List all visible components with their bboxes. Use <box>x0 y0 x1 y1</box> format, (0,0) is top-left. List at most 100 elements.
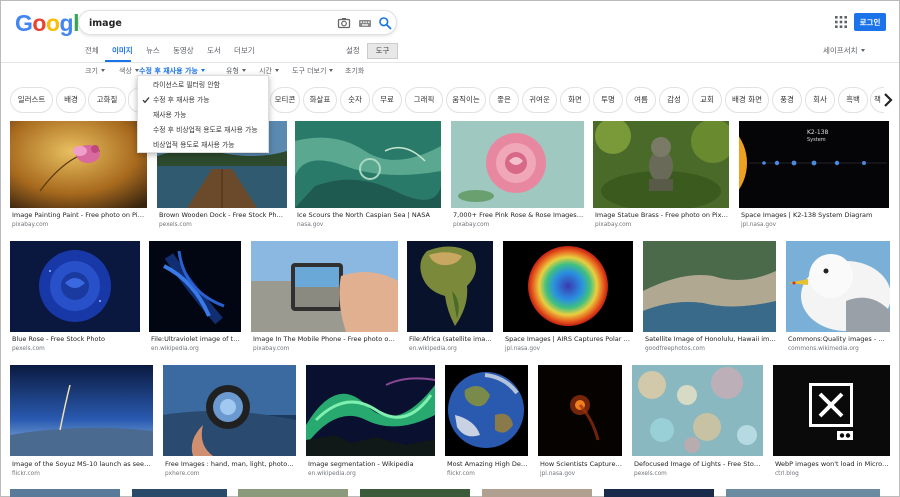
image-result[interactable]: File:Africa (satellite image).j... en.wi… <box>407 241 493 354</box>
image-thumbnail[interactable] <box>643 241 776 332</box>
image-source[interactable]: pexels.com <box>159 221 192 229</box>
image-result[interactable]: How Scientists Captured the ... jpl.nasa… <box>538 365 622 479</box>
image-result[interactable]: Blue Rose - Free Stock Photo pexels.com <box>10 241 140 354</box>
chevron-right-icon[interactable] <box>879 90 897 110</box>
image-source[interactable]: en.wikipedia.org <box>308 470 356 478</box>
image-caption[interactable]: Image of the Soyuz MS-10 launch as seen … <box>12 460 153 469</box>
image-result[interactable]: 7,000+ Free Pink Rose & Rose Images - Pi… <box>451 121 584 231</box>
image-thumbnail[interactable] <box>407 241 493 332</box>
image-result[interactable]: File:Ultraviolet image of the Cy... en.w… <box>149 241 241 354</box>
image-source[interactable]: ctrl.blog <box>775 470 799 478</box>
tab-all[interactable]: 전체 <box>85 45 99 57</box>
chip[interactable]: 무료 <box>372 87 402 113</box>
image-thumbnail[interactable] <box>149 241 241 332</box>
image-caption[interactable]: Space Images | AIRS Captures Polar Vorte… <box>505 335 633 344</box>
image-caption[interactable]: Blue Rose - Free Stock Photo <box>12 335 140 344</box>
chip[interactable]: 배경 화면 <box>725 87 769 113</box>
tab-books[interactable]: 도서 <box>207 45 221 57</box>
image-result[interactable]: Satellite Image of Honolulu, Hawaii ima g… <box>643 241 776 354</box>
search-input[interactable] <box>89 14 319 32</box>
apps-grid-icon[interactable] <box>835 16 847 28</box>
tools-button[interactable]: 도구 <box>367 43 398 59</box>
image-thumbnail[interactable] <box>132 489 227 497</box>
image-caption[interactable]: WebP images won't load in Microsoft Ed..… <box>775 460 890 469</box>
menu-item-reuse-modify[interactable]: 수정 후 재사용 가능 <box>138 93 268 107</box>
image-caption[interactable]: Commons:Quality images - Wikimed... <box>788 335 890 344</box>
image-thumbnail[interactable] <box>360 489 470 497</box>
image-source[interactable]: pxhere.com <box>165 470 199 478</box>
chip[interactable]: 교회 <box>692 87 722 113</box>
chip[interactable]: 숫자 <box>340 87 370 113</box>
search-box[interactable] <box>78 10 397 35</box>
image-result[interactable]: Image segmentation - Wikipedia en.wikipe… <box>306 365 435 479</box>
image-thumbnail[interactable] <box>10 365 153 456</box>
menu-item-noncommercial[interactable]: 비상업적 용도로 재사용 가능 <box>138 138 268 152</box>
image-thumbnail[interactable] <box>306 365 435 456</box>
chip[interactable]: 그래픽 <box>405 87 443 113</box>
image-caption[interactable]: Defocused Image of Lights - Free Stock P… <box>634 460 763 469</box>
image-source[interactable]: en.wikipedia.org <box>151 345 199 353</box>
image-result[interactable]: Image of the Soyuz MS-10 launch as seen … <box>10 365 153 479</box>
image-thumbnail[interactable] <box>451 121 584 208</box>
tab-videos[interactable]: 동영상 <box>173 45 194 57</box>
image-result[interactable]: Ice Scours the North Caspian Sea | NASA … <box>295 121 441 231</box>
chip[interactable]: 회사 <box>805 87 835 113</box>
image-source[interactable]: goodfreephotos.com <box>645 345 705 353</box>
image-thumbnail[interactable] <box>10 121 147 208</box>
image-caption[interactable]: Image segmentation - Wikipedia <box>308 460 435 469</box>
image-result[interactable]: Free Images : hand, man, light, photogra… <box>163 365 296 479</box>
image-source[interactable]: jpl.nasa.gov <box>540 470 575 478</box>
image-source[interactable]: en.wikipedia.org <box>409 345 457 353</box>
image-result[interactable]: Commons:Quality images - Wikimed... comm… <box>786 241 890 354</box>
safesearch-toggle[interactable]: 세이프서치 <box>823 45 865 57</box>
tab-images[interactable]: 이미지 <box>112 45 133 57</box>
image-result[interactable]: Defocused Image of Lights - Free Stock P… <box>632 365 763 479</box>
menu-item-noncommercial-modify[interactable]: 수정 후 비상업적 용도로 재사용 가능 <box>138 123 268 137</box>
image-thumbnail[interactable] <box>593 121 729 208</box>
chip[interactable]: 움직이는 <box>446 87 486 113</box>
image-thumbnail[interactable] <box>10 489 120 497</box>
chip[interactable]: 여름 <box>626 87 656 113</box>
image-source[interactable]: pexels.com <box>634 470 667 478</box>
image-source[interactable]: pexels.com <box>12 345 45 353</box>
image-thumbnail[interactable] <box>238 489 348 497</box>
image-result[interactable]: Most Amazing High Definiti... flickr.com <box>445 365 528 479</box>
image-caption[interactable]: How Scientists Captured the ... <box>540 460 622 469</box>
image-caption[interactable]: Most Amazing High Definiti... <box>447 460 528 469</box>
search-icon[interactable] <box>378 16 392 30</box>
chip[interactable]: 배경 <box>56 87 86 113</box>
image-caption[interactable]: Ice Scours the North Caspian Sea | NASA <box>297 211 441 220</box>
image-thumbnail[interactable] <box>445 365 528 456</box>
image-caption[interactable]: Satellite Image of Honolulu, Hawaii imag… <box>645 335 776 344</box>
image-caption[interactable]: Image Statue Brass - Free photo on Pixab… <box>595 211 729 220</box>
image-source[interactable]: jpl.nasa.gov <box>741 221 776 229</box>
chip[interactable]: 감성 <box>659 87 689 113</box>
image-caption[interactable]: Image In The Mobile Phone - Free photo o… <box>253 335 398 344</box>
chip[interactable]: 모티콘 <box>270 87 300 113</box>
image-caption[interactable]: File:Africa (satellite image).j... <box>409 335 493 344</box>
image-caption[interactable]: Free Images : hand, man, light, photogra… <box>165 460 296 469</box>
image-source[interactable]: pixabay.com <box>595 221 631 229</box>
image-thumbnail[interactable] <box>503 241 633 332</box>
camera-icon[interactable] <box>337 16 351 30</box>
image-thumbnail[interactable]: K2-138 System <box>739 121 889 208</box>
menu-item-reuse[interactable]: 재사용 가능 <box>138 108 268 122</box>
keyboard-icon[interactable] <box>358 16 372 30</box>
image-thumbnail[interactable] <box>726 489 880 497</box>
tab-more[interactable]: 더보기 <box>234 45 255 57</box>
chip[interactable]: 투명 <box>593 87 623 113</box>
image-caption[interactable]: Brown Wooden Dock - Free Stock Photo <box>159 211 287 220</box>
chip[interactable]: 일러스트 <box>10 87 53 113</box>
chip[interactable]: 풍경 <box>772 87 802 113</box>
image-caption[interactable]: 7,000+ Free Pink Rose & Rose Images - Pi… <box>453 211 584 220</box>
image-source[interactable]: pixabay.com <box>12 221 48 229</box>
tab-news[interactable]: 뉴스 <box>146 45 160 57</box>
image-thumbnail[interactable] <box>604 489 714 497</box>
image-thumbnail[interactable] <box>163 365 296 456</box>
filter-reset[interactable]: 초기화 <box>345 65 364 77</box>
image-source[interactable]: pixabay.com <box>453 221 489 229</box>
image-thumbnail[interactable] <box>632 365 763 456</box>
image-source[interactable]: flickr.com <box>447 470 475 478</box>
chip[interactable]: 화살표 <box>303 87 337 113</box>
image-source[interactable]: pixabay.com <box>253 345 289 353</box>
